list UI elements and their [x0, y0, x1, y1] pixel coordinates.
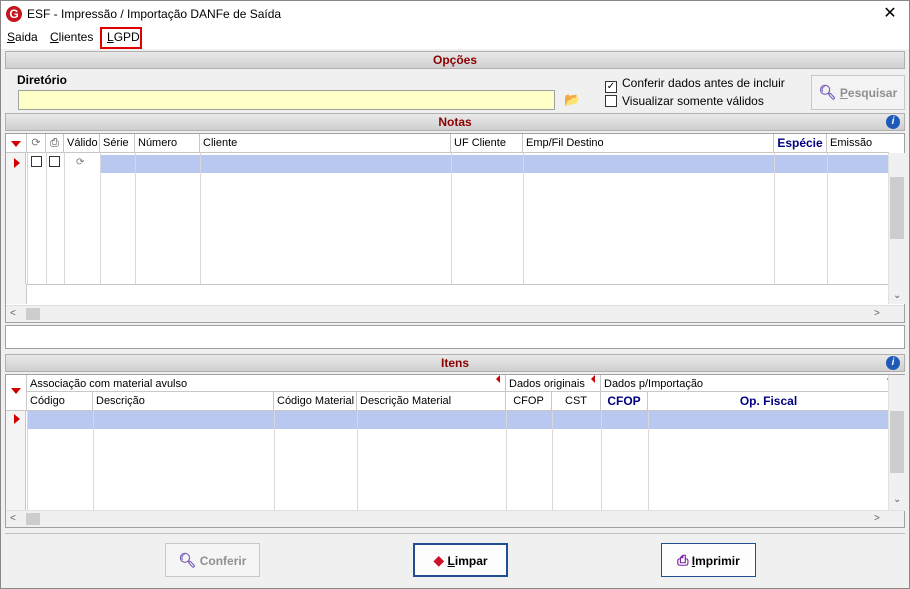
detail-strip	[5, 325, 905, 349]
visualizar-checkbox[interactable]	[605, 95, 617, 107]
group-associacao[interactable]: Associação com material avulso	[27, 375, 506, 392]
col-descricao-material[interactable]: Descrição Material	[357, 392, 506, 411]
diretorio-label: Diretório	[17, 73, 68, 87]
col-codigo[interactable]: Código	[27, 392, 93, 411]
conferir-checkbox[interactable]: ✓	[605, 81, 617, 93]
scroll-down-icon[interactable]: ⌄	[893, 290, 901, 301]
col-numero[interactable]: Número	[135, 134, 200, 153]
current-row-marker	[14, 158, 20, 168]
col-cfop-importacao[interactable]: CFOP	[601, 392, 648, 411]
col-emissao[interactable]: Emissão	[827, 134, 889, 153]
itens-horizontal-scrollbar[interactable]: < >	[6, 510, 904, 527]
conferir-magnifier-icon: 🔍︎	[178, 552, 197, 568]
itens-scroll-down-icon[interactable]: ⌄	[893, 494, 901, 505]
visualizar-checkbox-label: Visualizar somente válidos	[622, 94, 764, 108]
refresh-icon[interactable]: ⟳	[27, 134, 46, 153]
notas-vertical-scrollbar[interactable]: ⌄	[888, 153, 905, 304]
scroll-left-icon[interactable]: <	[10, 308, 16, 319]
menu-lgpd[interactable]: LGPD	[107, 30, 140, 44]
window-title: ESF - Impressão / Importação DANFe de Sa…	[27, 7, 282, 21]
itens-current-row-marker	[14, 414, 20, 424]
diretorio-input[interactable]	[18, 90, 555, 110]
limpar-button[interactable]: ◆ Limpar	[413, 543, 508, 577]
eraser-icon: ◆	[433, 552, 445, 568]
notas-header: Notas i	[5, 113, 905, 131]
opcoes-panel: Diretório 📂 ✓ Conferir dados antes de inc…	[5, 70, 905, 112]
pesquisar-button[interactable]: 🔍︎ Pesquisar	[811, 75, 905, 110]
close-button[interactable]: ✕	[875, 3, 905, 25]
menu-clientes[interactable]: Clientes	[50, 30, 93, 44]
printer-icon: ⎙	[677, 552, 689, 568]
notas-row-checkbox-2[interactable]	[49, 156, 60, 167]
itens-row-indicator	[6, 411, 26, 511]
itens-info-icon[interactable]: i	[886, 356, 900, 370]
group-dados-originais[interactable]: Dados originais	[506, 375, 601, 392]
col-especie[interactable]: Espécie	[774, 134, 827, 153]
magnifier-icon: 🔍︎	[818, 84, 837, 100]
col-valido[interactable]: Válido	[64, 134, 100, 153]
conferir-checkbox-row[interactable]: ✓ Conferir dados antes de incluir	[605, 76, 785, 93]
imprimir-button[interactable]: ⎙ Imprimir	[661, 543, 756, 577]
conferir-checkbox-label: Conferir dados antes de incluir	[622, 76, 785, 90]
folder-open-icon[interactable]: 📂	[564, 92, 580, 107]
col-descricao[interactable]: Descrição	[93, 392, 274, 411]
col-serie[interactable]: Série	[100, 134, 135, 153]
itens-scroll-left-icon[interactable]: <	[10, 513, 16, 524]
itens-header: Itens i	[5, 354, 905, 372]
col-uf-cliente[interactable]: UF Cliente	[451, 134, 523, 153]
menu-bar: Saida Clientes LGPD	[1, 27, 909, 49]
itens-grid: Associação com material avulso Dados ori…	[5, 374, 905, 528]
bottom-divider	[5, 533, 905, 534]
itens-scroll-right-icon[interactable]: >	[874, 513, 880, 524]
notas-row-indicator	[6, 153, 26, 284]
print-column-icon[interactable]: ⎙	[46, 134, 64, 153]
notas-info-icon[interactable]: i	[886, 115, 900, 129]
visualizar-checkbox-row[interactable]: Visualizar somente válidos	[605, 94, 764, 108]
itens-selected-row[interactable]	[27, 411, 889, 429]
menu-saida[interactable]: Saida	[7, 30, 38, 44]
main-window: G ESF - Impressão / Importação DANFe de …	[0, 0, 910, 589]
col-cliente[interactable]: Cliente	[200, 134, 451, 153]
notas-selected-row[interactable]	[100, 155, 889, 173]
group-dados-importacao[interactable]: Dados p/Importação	[601, 375, 889, 392]
notas-horizontal-scrollbar[interactable]: < >	[6, 305, 904, 322]
itens-indicator-header[interactable]	[6, 375, 27, 411]
col-emp-fil-destino[interactable]: Emp/Fil Destino	[523, 134, 774, 153]
conferir-button[interactable]: 🔍︎ Conferir	[165, 543, 260, 577]
notas-grid: ⟳ ⎙ Válido Série Número Cliente UF Clien…	[5, 133, 905, 323]
col-codigo-material[interactable]: Código Material	[274, 392, 357, 411]
notas-row-checkbox-1[interactable]	[31, 156, 42, 167]
col-cfop-original[interactable]: CFOP	[506, 392, 552, 411]
col-op-fiscal[interactable]: Op. Fiscal	[648, 392, 889, 411]
itens-vertical-scrollbar[interactable]: ⌄	[888, 375, 905, 511]
app-logo-icon: G	[6, 6, 22, 22]
scroll-right-icon[interactable]: >	[874, 308, 880, 319]
opcoes-header: Opções	[5, 51, 905, 69]
notas-footer-row	[6, 284, 889, 304]
valido-status-icon: ⟳	[76, 157, 85, 168]
notas-indicator-header[interactable]	[6, 134, 27, 153]
title-bar: G ESF - Impressão / Importação DANFe de …	[1, 1, 909, 27]
col-cst[interactable]: CST	[552, 392, 601, 411]
